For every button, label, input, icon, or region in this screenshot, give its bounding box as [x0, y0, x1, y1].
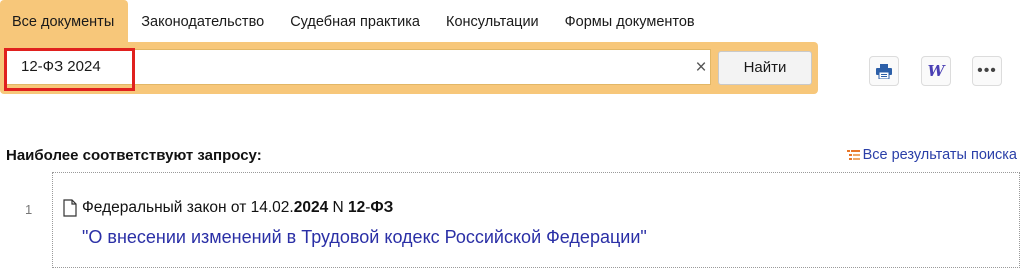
result-title-prefix: Федеральный закон от 14.02.	[82, 199, 294, 216]
document-icon	[63, 199, 77, 217]
tab-document-forms[interactable]: Формы документов	[552, 0, 708, 42]
results-heading: Наиболее соответствуют запросу:	[6, 147, 262, 164]
more-icon: •••	[977, 62, 997, 79]
result-list	[52, 173, 1020, 268]
result-subtitle-link[interactable]: "О внесении изменений в Трудовой кодекс …	[82, 227, 647, 248]
more-button[interactable]: •••	[972, 56, 1002, 86]
result-title[interactable]: Федеральный закон от 14.02.2024 N 12-ФЗ	[82, 199, 393, 217]
tab-legislation[interactable]: Законодательство	[128, 0, 277, 42]
word-export-button[interactable]: W	[921, 56, 951, 86]
result-title-number: 12	[348, 199, 366, 216]
result-title-year: 2024	[293, 199, 329, 216]
all-results-label: Все результаты поиска	[862, 147, 1017, 163]
tab-court-practice[interactable]: Судебная практика	[277, 0, 433, 42]
tab-bar: Все документы Законодательство Судебная …	[0, 0, 708, 42]
search-panel: 12-ФЗ 2024 × Найти	[0, 42, 818, 94]
tab-consultations[interactable]: Консультации	[433, 0, 552, 42]
print-button[interactable]	[869, 56, 899, 86]
printer-icon	[876, 63, 892, 79]
result-title-mid: N	[328, 199, 348, 216]
tab-all-documents[interactable]: Все документы	[0, 0, 129, 42]
clear-search-icon[interactable]: ×	[691, 58, 711, 78]
all-results-link[interactable]: Все результаты поиска	[846, 147, 1017, 163]
results-list-icon	[846, 149, 860, 160]
result-title-fz: ФЗ	[370, 199, 394, 216]
word-export-icon: W	[927, 62, 945, 80]
find-button[interactable]: Найти	[718, 51, 812, 85]
result-number: 1	[25, 202, 33, 217]
search-query-text: 12-ФЗ 2024	[21, 58, 101, 75]
search-input[interactable]: 12-ФЗ 2024 ×	[6, 49, 711, 85]
